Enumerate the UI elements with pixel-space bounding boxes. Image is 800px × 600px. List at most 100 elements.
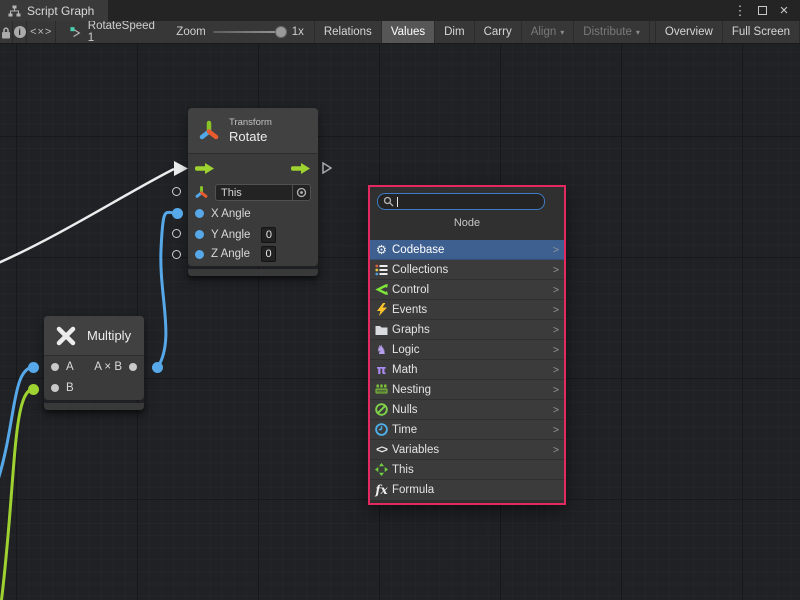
- this-object-field[interactable]: This: [215, 184, 311, 201]
- dropdown-arrow-icon: ▾: [560, 28, 564, 37]
- close-icon[interactable]: ×: [776, 3, 792, 19]
- chevron-right-icon: >: [553, 424, 559, 436]
- multiply-b-row: B: [44, 378, 144, 400]
- wire-arrowhead: [174, 161, 188, 176]
- fx-icon: fx: [374, 483, 389, 497]
- z-angle-outer-port[interactable]: [172, 250, 181, 259]
- a-outer-port[interactable]: [28, 362, 39, 373]
- finder-header: Node: [370, 217, 564, 229]
- maximize-icon[interactable]: [754, 3, 770, 19]
- toolbar-button-fullscreen[interactable]: Full Screen: [723, 21, 800, 43]
- fuzzy-finder-popup: Node ⚙ Codebase > Collections: [368, 185, 566, 505]
- this-field-value: This: [216, 187, 292, 199]
- control-arrows-icon: [374, 283, 389, 297]
- x-angle-port[interactable]: [195, 209, 204, 218]
- finder-item-this[interactable]: This: [370, 460, 564, 480]
- info-button[interactable]: i: [13, 21, 27, 43]
- multiply-icon: [54, 324, 78, 348]
- product-outer-port[interactable]: [152, 362, 163, 373]
- titlebar: Script Graph ⋮ ×: [0, 0, 800, 21]
- flow-output-port[interactable]: [291, 162, 311, 175]
- b-outer-port[interactable]: [28, 384, 39, 395]
- toolbar-button-distribute[interactable]: Distribute ▾: [574, 21, 650, 43]
- nesting-icon: [374, 383, 389, 397]
- x-angle-outer-port[interactable]: [172, 208, 183, 219]
- node-footer-strip: [44, 403, 144, 410]
- graph-toolbar: i <×> RotateSpeed 1 Zoom 1x Relations Va…: [0, 21, 800, 44]
- code-toggle-label: <×>: [30, 26, 52, 38]
- info-icon: i: [14, 26, 26, 38]
- text-caret: [397, 197, 398, 207]
- node-footer-strip: [188, 269, 318, 276]
- y-angle-label: Y Angle: [211, 229, 250, 241]
- toolbar-button-relations[interactable]: Relations: [315, 21, 382, 43]
- zoom-slider-handle[interactable]: [275, 26, 287, 38]
- chevron-right-icon: >: [553, 264, 559, 276]
- search-input[interactable]: [377, 193, 545, 210]
- finder-item-graphs[interactable]: Graphs >: [370, 320, 564, 340]
- z-angle-port[interactable]: [195, 250, 204, 259]
- y-angle-outer-port[interactable]: [172, 229, 181, 238]
- code-preview-toggle[interactable]: <×>: [27, 21, 56, 43]
- tab-title: Script Graph: [27, 4, 94, 18]
- this-arrows-icon: [374, 463, 389, 477]
- finder-item-math[interactable]: π Math >: [370, 360, 564, 380]
- toolbar-button-carry[interactable]: Carry: [475, 21, 522, 43]
- rotate-flow-row: [188, 154, 318, 182]
- item-label: Codebase: [392, 244, 444, 256]
- flow-continue-triangle-icon[interactable]: [322, 162, 332, 174]
- window-menu-icon[interactable]: ⋮: [732, 3, 748, 19]
- wire-multiply-b-input[interactable]: [1, 389, 33, 600]
- finder-item-events[interactable]: Events >: [370, 300, 564, 320]
- multiply-node-header[interactable]: Multiply: [44, 316, 144, 356]
- finder-item-nulls[interactable]: Nulls >: [370, 400, 564, 420]
- output-label: A × B: [94, 361, 122, 373]
- finder-item-codebase[interactable]: ⚙ Codebase >: [370, 240, 564, 260]
- node-transform-rotate[interactable]: Transform Rotate: [188, 108, 318, 276]
- chevron-right-icon: >: [553, 244, 559, 256]
- wire-multiply-a-input[interactable]: [0, 367, 33, 480]
- b-label: B: [66, 382, 74, 394]
- item-label: This: [392, 464, 414, 476]
- item-label: Variables: [392, 444, 439, 456]
- tab-script-graph[interactable]: Script Graph: [0, 0, 108, 21]
- zoom-slider[interactable]: [213, 31, 285, 33]
- b-input-port[interactable]: [51, 384, 59, 392]
- finder-item-logic[interactable]: ♞ Logic >: [370, 340, 564, 360]
- y-angle-port[interactable]: [195, 230, 204, 239]
- item-label: Nulls: [392, 404, 418, 416]
- item-label: Math: [392, 364, 418, 376]
- toolbar-button-overview[interactable]: Overview: [655, 21, 723, 43]
- finder-item-variables[interactable]: <> Variables >: [370, 440, 564, 460]
- zoom-control: Zoom 1x: [166, 21, 315, 43]
- graph-canvas[interactable]: Transform Rotate: [0, 44, 800, 600]
- node-multiply[interactable]: Multiply A A × B B: [44, 316, 144, 410]
- finder-item-time[interactable]: Time >: [370, 420, 564, 440]
- y-angle-value-field[interactable]: 0: [261, 227, 276, 243]
- toolbar-button-dim[interactable]: Dim: [435, 21, 474, 43]
- transform-mini-icon: [195, 186, 208, 199]
- lock-icon: [0, 26, 12, 39]
- finder-item-nesting[interactable]: Nesting >: [370, 380, 564, 400]
- finder-item-collections[interactable]: Collections >: [370, 260, 564, 280]
- finder-item-control[interactable]: Control >: [370, 280, 564, 300]
- node-title: Multiply: [87, 328, 131, 343]
- chevron-right-icon: >: [553, 404, 559, 416]
- toolbar-button-values[interactable]: Values: [382, 21, 435, 43]
- toolbar-button-align[interactable]: Align ▾: [522, 21, 575, 43]
- rotate-node-header[interactable]: Transform Rotate: [188, 108, 318, 154]
- rotate-yangle-row: Y Angle 0: [188, 224, 318, 245]
- finder-item-formula[interactable]: fx Formula: [370, 480, 564, 500]
- product-output-port[interactable]: [129, 363, 137, 371]
- graph-reference[interactable]: RotateSpeed 1: [56, 21, 166, 43]
- a-label: A: [66, 361, 74, 373]
- a-input-port[interactable]: [51, 363, 59, 371]
- item-label: Formula: [392, 484, 434, 496]
- this-outer-port[interactable]: [172, 187, 181, 196]
- object-picker-icon[interactable]: [292, 185, 310, 200]
- flow-input-port[interactable]: [195, 162, 215, 175]
- chevron-right-icon: >: [553, 304, 559, 316]
- wire-control-flow[interactable]: [0, 169, 174, 264]
- z-angle-value-field[interactable]: 0: [261, 246, 276, 262]
- lock-button[interactable]: [0, 21, 13, 43]
